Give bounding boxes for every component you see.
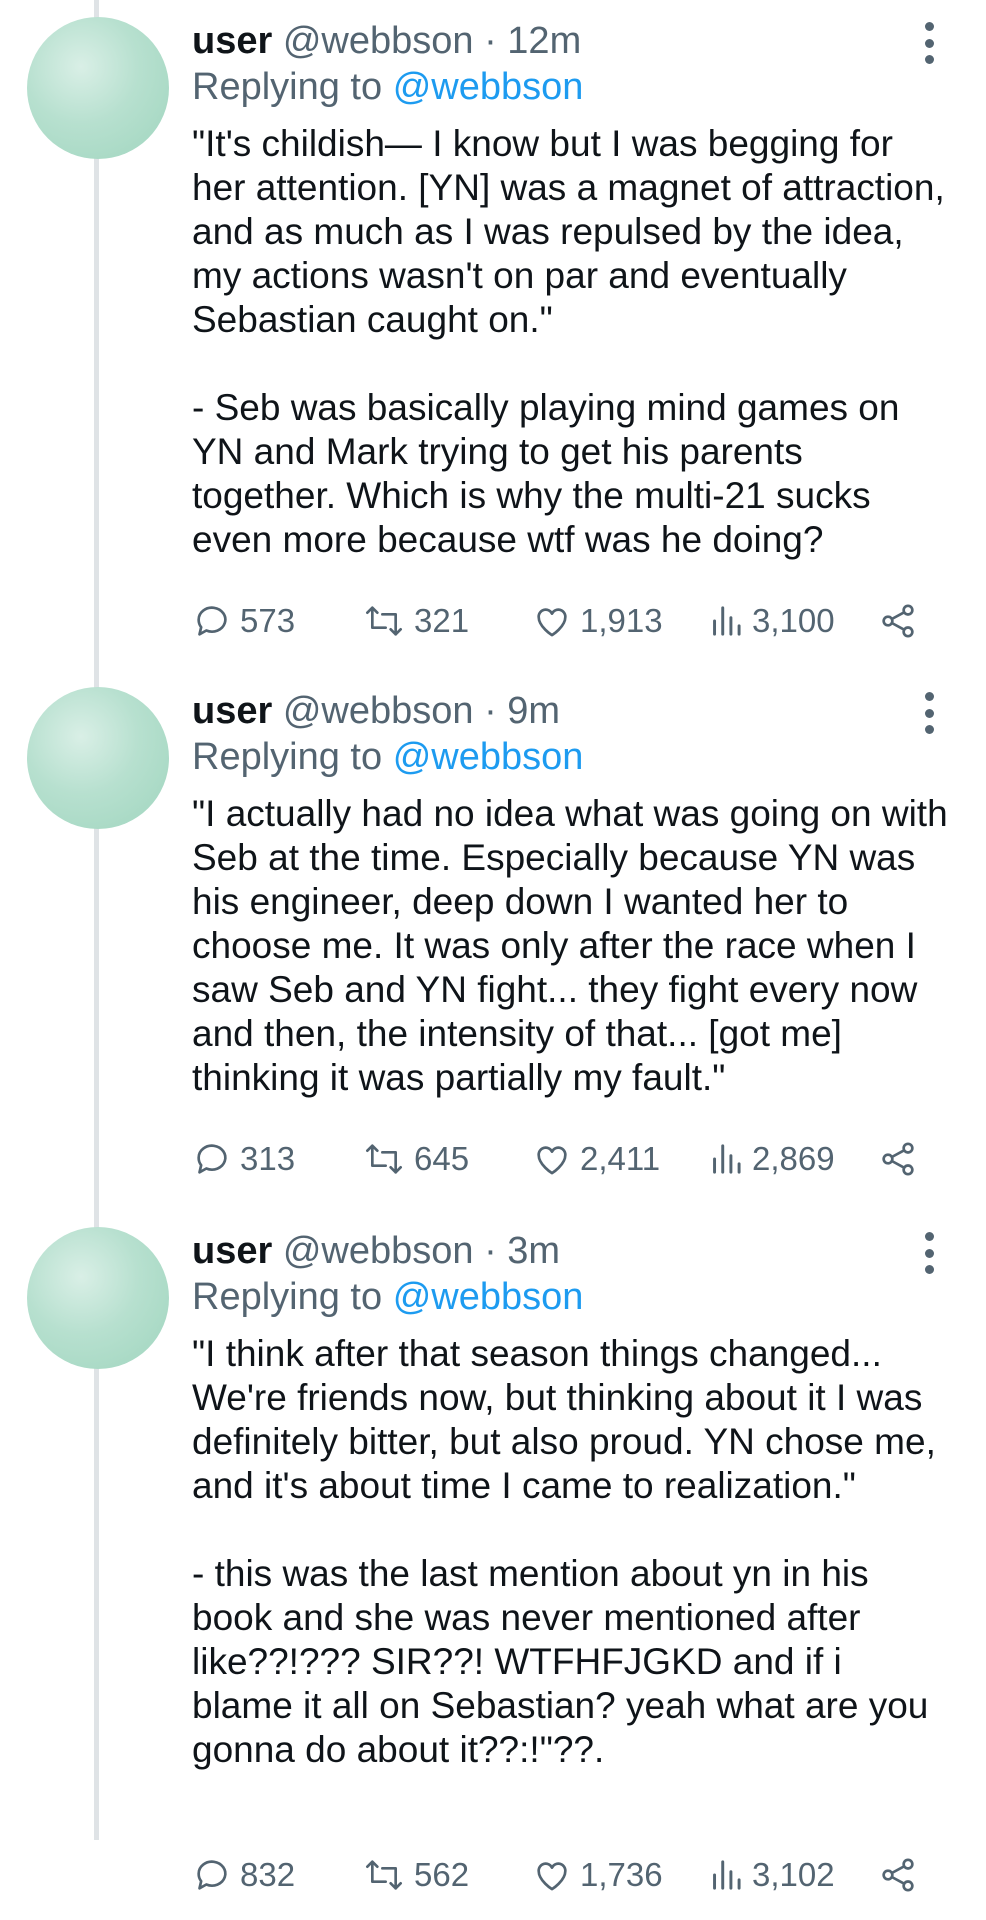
display-name[interactable]: user <box>192 1230 272 1272</box>
retweet-button[interactable]: 645 <box>362 1139 532 1179</box>
tweet-header: user @webbson · 3m <box>192 1228 952 1274</box>
tweet-text: "It's childish— I know but I was begging… <box>192 123 945 560</box>
views-button[interactable]: 3,100 <box>708 601 878 641</box>
retweet-button[interactable]: 321 <box>362 601 532 641</box>
display-name[interactable]: user <box>192 690 272 732</box>
views-icon <box>713 1144 741 1174</box>
tweet[interactable]: user @webbson · 9m Replying to @webbson … <box>0 680 986 1220</box>
views-button[interactable]: 3,102 <box>708 1855 878 1895</box>
tweet-header: user @webbson · 9m <box>192 688 952 734</box>
like-button[interactable]: 2,411 <box>532 1139 708 1179</box>
reply-count: 832 <box>240 1856 296 1893</box>
replying-to-label: Replying to <box>192 736 383 778</box>
retweet-icon <box>366 1860 402 1890</box>
like-icon <box>537 608 567 637</box>
retweet-count: 321 <box>414 602 470 639</box>
view-count: 3,102 <box>752 1856 835 1893</box>
like-count: 2,411 <box>580 1140 661 1177</box>
views-icon <box>713 1860 741 1890</box>
view-count: 3,100 <box>752 602 835 639</box>
share-icon <box>882 604 914 638</box>
replying-to: Replying to @webbson <box>192 734 952 780</box>
like-count: 1,913 <box>580 602 663 639</box>
tweet-actions: 313 645 2,411 2,869 <box>192 1134 932 1184</box>
replying-to-label: Replying to <box>192 1276 383 1318</box>
avatar[interactable] <box>27 17 169 159</box>
display-name[interactable]: user <box>192 20 272 62</box>
view-count: 2,869 <box>752 1140 835 1177</box>
handle-and-time[interactable]: @webbson · 3m <box>283 1230 560 1272</box>
reply-count: 573 <box>240 602 296 639</box>
retweet-icon <box>366 1144 402 1174</box>
reply-icon <box>197 606 227 636</box>
tweet-text: "I think after that season things change… <box>192 1333 936 1770</box>
avatar[interactable] <box>27 687 169 829</box>
views-icon <box>713 606 741 636</box>
share-button[interactable] <box>878 601 928 641</box>
handle-and-time[interactable]: @webbson · 12m <box>283 20 581 62</box>
retweet-icon <box>366 606 402 636</box>
tweet-actions: 573 321 1,913 3,100 <box>192 596 932 646</box>
reply-icon <box>197 1144 227 1174</box>
like-button[interactable]: 1,913 <box>532 601 708 641</box>
avatar[interactable] <box>27 1227 169 1369</box>
replying-to-handle[interactable]: @webbson <box>393 736 584 778</box>
share-icon <box>882 1142 914 1176</box>
replying-to-handle[interactable]: @webbson <box>393 66 584 108</box>
tweet[interactable]: user @webbson · 3m Replying to @webbson … <box>0 1220 986 1920</box>
replying-to: Replying to @webbson <box>192 1274 952 1320</box>
tweet-text: "I actually had no idea what was going o… <box>192 793 948 1098</box>
share-icon <box>882 1858 914 1892</box>
like-button[interactable]: 1,736 <box>532 1855 708 1895</box>
retweet-count: 562 <box>414 1856 470 1893</box>
retweet-button[interactable]: 562 <box>362 1855 532 1895</box>
reply-count: 313 <box>240 1140 296 1177</box>
retweet-count: 645 <box>414 1140 470 1177</box>
like-count: 1,736 <box>580 1856 663 1893</box>
reply-button[interactable]: 832 <box>192 1855 362 1895</box>
tweet-actions: 832 562 1,736 3,102 <box>192 1850 932 1900</box>
reply-icon <box>197 1860 227 1890</box>
reply-button[interactable]: 313 <box>192 1139 362 1179</box>
tweet[interactable]: user @webbson · 12m Replying to @webbson… <box>0 0 986 680</box>
replying-to-label: Replying to <box>192 66 383 108</box>
replying-to-handle[interactable]: @webbson <box>393 1276 584 1318</box>
like-icon <box>537 1862 567 1891</box>
replying-to: Replying to @webbson <box>192 64 952 110</box>
views-button[interactable]: 2,869 <box>708 1139 878 1179</box>
like-icon <box>537 1146 567 1175</box>
share-button[interactable] <box>878 1855 928 1895</box>
handle-and-time[interactable]: @webbson · 9m <box>283 690 560 732</box>
tweet-header: user @webbson · 12m <box>192 18 952 64</box>
share-button[interactable] <box>878 1139 928 1179</box>
reply-button[interactable]: 573 <box>192 601 362 641</box>
